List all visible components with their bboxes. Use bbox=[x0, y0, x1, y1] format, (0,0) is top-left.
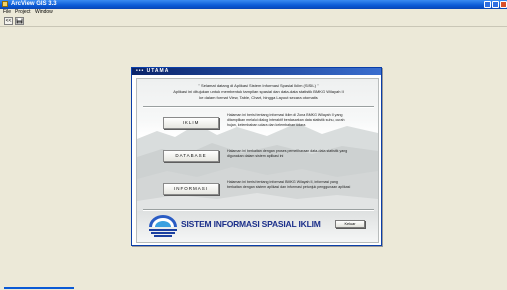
menu-file[interactable]: File bbox=[3, 9, 11, 16]
app-titlebar[interactable]: ArcView GIS 3.3 bbox=[0, 0, 507, 9]
menu-bar: File Project Window bbox=[0, 9, 507, 16]
back-button[interactable]: << bbox=[4, 17, 13, 25]
bmkg-logo-icon bbox=[149, 215, 177, 237]
taskbar-indicator bbox=[4, 287, 74, 289]
welcome-message: " Selamat datang di Aplikasi Sistem Info… bbox=[143, 83, 374, 101]
minimize-button[interactable] bbox=[484, 1, 491, 8]
iklim-button[interactable]: IKLIM bbox=[163, 117, 219, 129]
back-icon: << bbox=[5, 18, 12, 24]
toolbar: << bbox=[0, 16, 507, 26]
exit-button[interactable]: Keluar bbox=[335, 220, 365, 228]
close-button[interactable] bbox=[500, 1, 507, 8]
floppy-disk-icon bbox=[16, 18, 23, 24]
dialog-title: ••• UTAMA bbox=[136, 68, 170, 74]
save-button[interactable] bbox=[15, 17, 24, 25]
informasi-button[interactable]: INFORMASI bbox=[163, 183, 219, 195]
menu-project[interactable]: Project bbox=[15, 9, 31, 16]
app-title: ArcView GIS 3.3 bbox=[11, 1, 57, 7]
arcview-app-icon bbox=[2, 1, 8, 7]
logo-title: SISTEM INFORMASI SPASIAL IKLIM bbox=[181, 219, 321, 229]
dialog-title-text: UTAMA bbox=[146, 68, 170, 74]
utama-dialog: ••• UTAMA " Selamat datang di Aplikasi S… bbox=[131, 67, 382, 246]
toolbar-divider bbox=[0, 26, 507, 27]
bottom-divider bbox=[143, 209, 374, 210]
maximize-button[interactable] bbox=[492, 1, 499, 8]
top-divider bbox=[143, 106, 374, 107]
dialog-titlebar[interactable]: ••• UTAMA bbox=[132, 68, 381, 75]
main-panel: " Selamat datang di Aplikasi Sistem Info… bbox=[136, 78, 379, 243]
database-button[interactable]: DATABASE bbox=[163, 150, 219, 162]
iklim-description: Halaman ini berisi tentang informasi ikl… bbox=[227, 113, 345, 127]
welcome-line-3: ke dalam format View, Table, Chart, hing… bbox=[199, 95, 318, 100]
informasi-description: Halaman ini berisi tentang informasi BMK… bbox=[227, 180, 351, 189]
menu-window[interactable]: Window bbox=[35, 9, 53, 16]
database-description: Halaman ini berkaitan dengan proses peme… bbox=[227, 149, 348, 158]
